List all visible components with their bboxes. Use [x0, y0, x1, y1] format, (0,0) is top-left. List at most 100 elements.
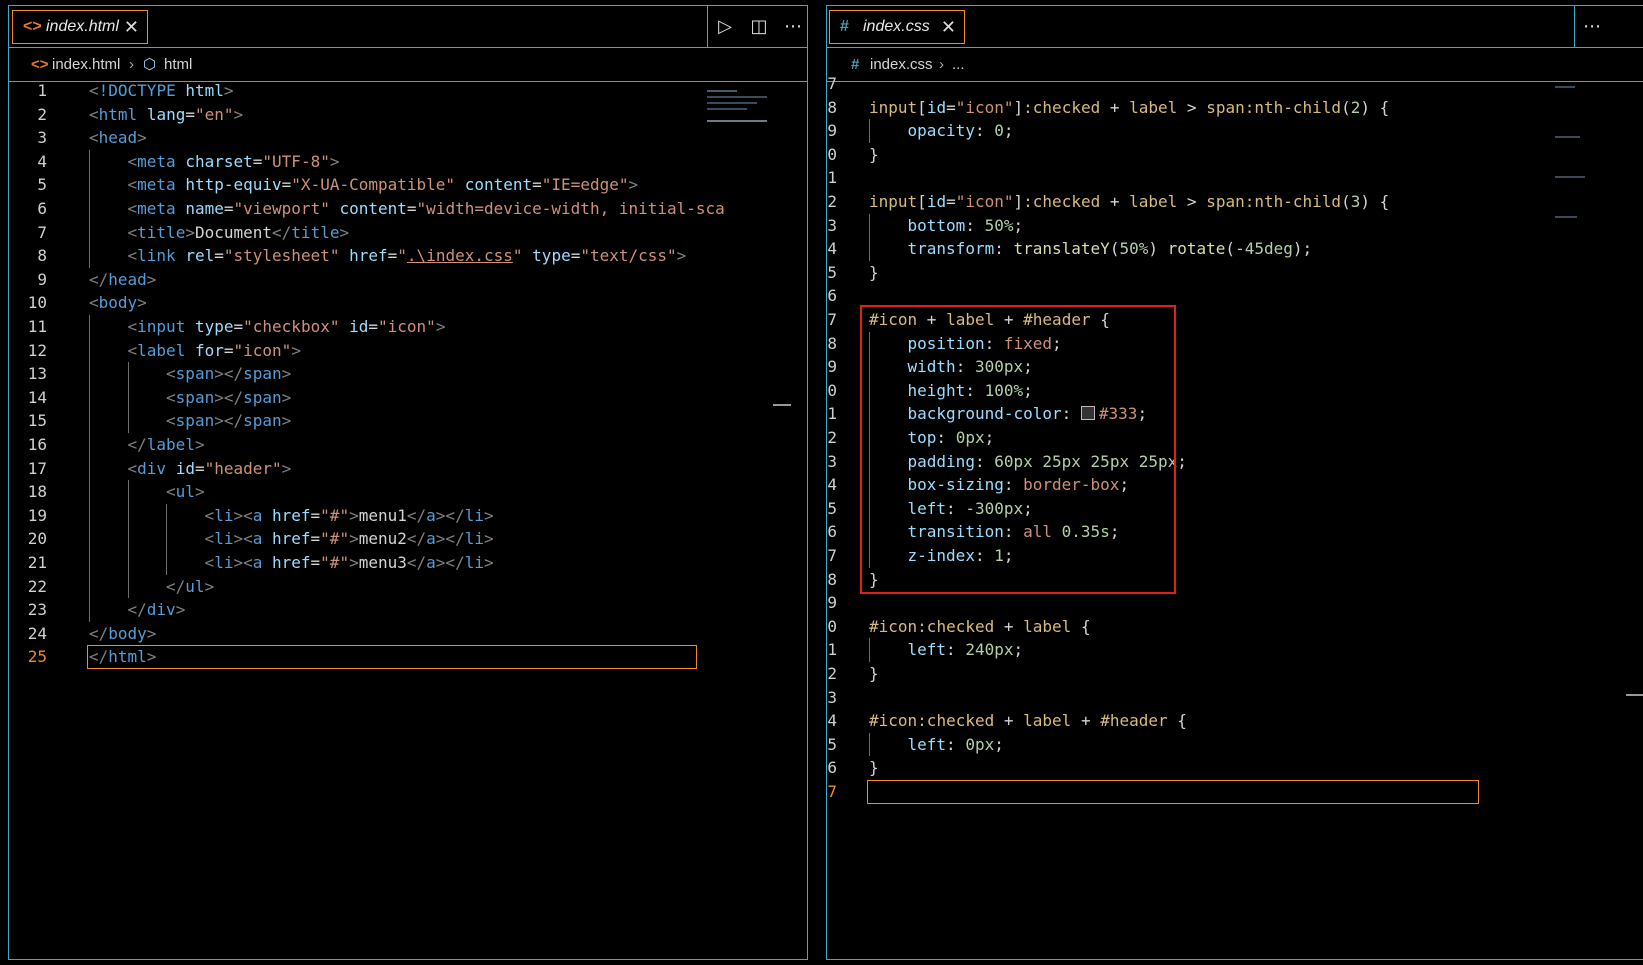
code-token: 50%: [1119, 239, 1149, 259]
code-line[interactable]: 20 <li><a href="#">menu2</a></li>: [9, 527, 807, 551]
code-text: }: [869, 143, 879, 167]
split-editor-icon[interactable]: ◫: [742, 16, 776, 37]
code-line[interactable]: 59 opacity: 0;: [827, 119, 1643, 143]
code-token: >: [281, 387, 292, 407]
more-icon[interactable]: ⋯: [776, 16, 807, 37]
code-text: <meta name="viewport" content="width=dev…: [128, 197, 725, 221]
close-icon[interactable]: ✕: [124, 11, 139, 43]
html-code-editor[interactable]: 1 <!DOCTYPE html> 2 <html lang="en"> 3 <head>…: [9, 79, 807, 959]
breadcrumb-file[interactable]: index.html: [52, 48, 120, 82]
code-line[interactable]: 82}: [827, 662, 1643, 686]
code-line[interactable]: 81 left: 240px;: [827, 638, 1643, 662]
code-line[interactable]: 15 <span></span>: [9, 409, 807, 433]
code-line[interactable]: 16 </label>: [9, 433, 807, 457]
code-token: label: [1129, 97, 1178, 117]
code-line[interactable]: 60}: [827, 143, 1643, 167]
code-token: >: [291, 340, 301, 360]
line-number: 4: [37, 151, 47, 171]
code-line[interactable]: 19 <li><a href="#">menu1</a></li>: [9, 504, 807, 528]
code-text: <head>: [89, 126, 147, 150]
code-line[interactable]: 61: [827, 166, 1643, 190]
indent-guide: [89, 385, 90, 410]
breadcrumb: <> index.html › ⬡ html: [9, 48, 807, 82]
code-token: li: [214, 529, 234, 549]
line-number: 2: [37, 104, 47, 124]
scrollbar[interactable]: [1626, 694, 1643, 696]
close-icon[interactable]: ✕: [941, 11, 956, 43]
minimap[interactable]: [707, 90, 737, 92]
line-number: 71: [827, 404, 837, 424]
code-line[interactable]: 11 <input type="checkbox" id="icon">: [9, 315, 807, 339]
code-token: transform: [907, 239, 995, 259]
code-token: =: [406, 199, 417, 218]
code-line[interactable]: 80 #icon:checked + label {: [827, 615, 1643, 639]
code-line[interactable]: 85 left: 0px;: [827, 733, 1643, 757]
code-line[interactable]: 57: [827, 72, 1643, 96]
code-line[interactable]: 22 </ul>: [9, 575, 807, 599]
code-token: :checked: [917, 616, 995, 636]
code-line[interactable]: 6 <meta name="viewport" content="width=de…: [9, 197, 807, 221]
code-line[interactable]: 65}: [827, 261, 1643, 285]
code-text: <div id="header">: [128, 457, 292, 481]
code-token: >: [483, 505, 494, 525]
code-token: #icon: [869, 711, 918, 731]
code-token: title: [291, 222, 340, 242]
code-line[interactable]: 14 <span></span>: [9, 386, 807, 410]
minimap-viewport[interactable]: [707, 120, 767, 122]
more-icon[interactable]: ⋯: [1575, 16, 1609, 37]
run-icon[interactable]: ▷: [708, 16, 742, 37]
css-code-editor[interactable]: 5758input[id="icon"]:checked + label > s…: [827, 74, 1643, 959]
tab-index-html[interactable]: <> index.html ✕: [12, 10, 148, 44]
code-token: "icon": [378, 317, 436, 336]
line-number: 64: [827, 239, 837, 259]
minimap[interactable]: [1555, 86, 1575, 88]
code-line[interactable]: 5 <meta http-equiv="X-UA-Compatible" cont…: [9, 173, 807, 197]
code-token: <: [127, 151, 138, 171]
code-line[interactable]: 24 </body>: [9, 622, 807, 646]
code-line[interactable]: 58 input[id="icon"]:checked + label > spa…: [827, 96, 1643, 120]
breadcrumb-element[interactable]: html: [164, 48, 192, 82]
code-line[interactable]: 83: [827, 686, 1643, 710]
code-token: <: [127, 199, 138, 218]
code-line[interactable]: 1 <!DOCTYPE html>: [9, 79, 807, 103]
code-line[interactable]: 17 <div id="header">: [9, 457, 807, 481]
code-line[interactable]: 7 <title>Document</title>: [9, 221, 807, 245]
code-token: >: [194, 482, 205, 502]
code-line[interactable]: 18 <ul>: [9, 480, 807, 504]
code-token: rel: [185, 246, 215, 266]
code-line[interactable]: 9 </head>: [9, 268, 807, 292]
code-token: link: [137, 246, 176, 266]
code-line[interactable]: 8 <link rel="stylesheet" href=".\index.cs…: [9, 244, 807, 268]
scrollbar[interactable]: [773, 404, 791, 406]
code-line[interactable]: 86}: [827, 756, 1643, 780]
code-line[interactable]: 64transform: translateY(50%) rotate(-45d…: [827, 237, 1643, 261]
code-line[interactable]: 10 <body>: [9, 291, 807, 315]
code-line[interactable]: 21 <li><a href="#">menu3</a></li>: [9, 551, 807, 575]
code-line[interactable]: 62 input[id="icon"]:checked + label > spa…: [827, 190, 1643, 214]
code-token: "icon": [955, 97, 1014, 117]
code-token: </: [166, 576, 186, 596]
indent-guide: [869, 732, 870, 757]
tab-index-css[interactable]: # index.css ✕: [829, 10, 965, 44]
code-line[interactable]: 4 <meta charset="UTF-8">: [9, 150, 807, 174]
code-token: [: [917, 97, 927, 117]
code-token: "#": [320, 553, 350, 572]
line-number: 76: [827, 522, 837, 542]
indent-guide: [89, 598, 90, 622]
code-line[interactable]: 3 <head>: [9, 126, 807, 150]
code-line[interactable]: 84 #icon:checked + label + #header {: [827, 709, 1643, 733]
code-line[interactable]: 13 <span></span>: [9, 362, 807, 386]
code-token: <: [89, 293, 99, 313]
indent-guide: [127, 409, 129, 433]
code-token: .\index.css: [406, 246, 513, 266]
line-number: 1: [37, 81, 47, 100]
code-text: <link rel="stylesheet" href=".\index.css…: [128, 244, 687, 268]
code-line[interactable]: 63 bottom: 50%;: [827, 214, 1643, 238]
code-line[interactable]: 79: [827, 591, 1643, 615]
code-token: "#": [320, 529, 350, 549]
indent-guide: [166, 551, 168, 575]
code-line[interactable]: 23 </div>: [9, 598, 807, 622]
code-line[interactable]: 2 <html lang="en">: [9, 103, 807, 127]
code-line[interactable]: 12 <label for="icon">: [9, 339, 807, 363]
